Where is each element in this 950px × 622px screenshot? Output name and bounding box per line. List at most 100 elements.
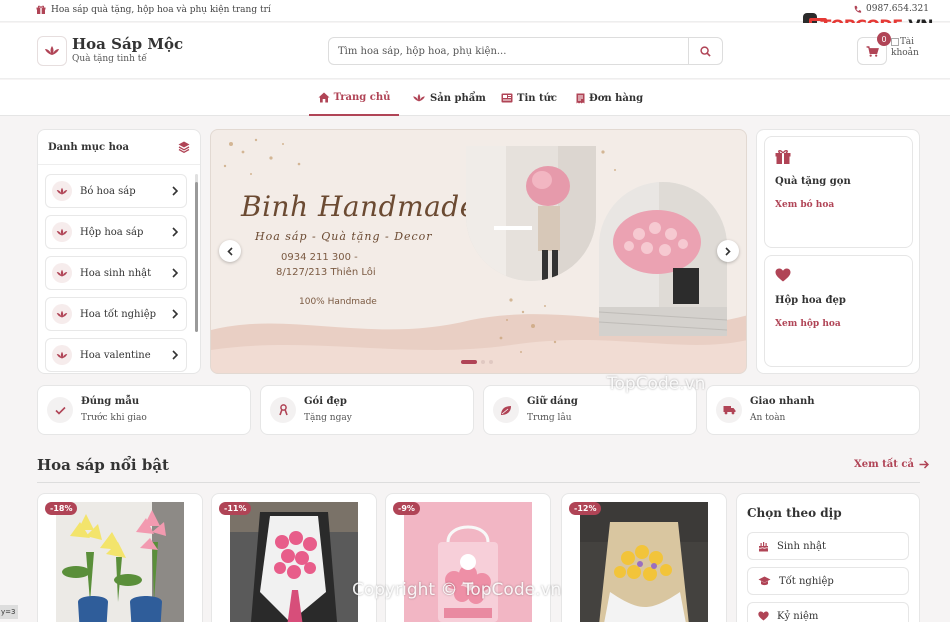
category-label: Hoa sinh nhật: [80, 267, 152, 279]
banner-phone: 0934 211 300 -: [281, 252, 358, 263]
top-message: Hoa sáp quà tặng, hộp hoa và phụ kiện tr…: [36, 5, 271, 15]
nav-label: Sản phẩm: [430, 92, 486, 104]
lotus-icon: [52, 181, 72, 201]
check-icon: [47, 397, 73, 423]
chevron-right-icon: [172, 309, 178, 319]
banner-address: 8/127/213 Thiên Lôi: [276, 267, 376, 278]
feature-title: Giữ dáng: [527, 396, 578, 407]
category-scrollbar[interactable]: [195, 174, 198, 332]
nav-label: Trang chủ: [333, 91, 391, 103]
brand-name[interactable]: Hoa Sáp Mộc: [72, 35, 183, 53]
graduation-cap-icon: [758, 576, 771, 586]
banner-dot-active[interactable]: [461, 360, 477, 364]
category-item-hop-hoa-sap[interactable]: Hộp hoa sáp: [45, 215, 187, 249]
search-icon: [700, 45, 711, 57]
banner-title: Binh Handmade: [241, 190, 477, 223]
product-card[interactable]: -9%: [385, 493, 551, 622]
product-card[interactable]: -11%: [211, 493, 377, 622]
lotus-icon: [52, 304, 72, 324]
top-message-text: Hoa sáp quà tặng, hộp hoa và phụ kiện tr…: [51, 5, 271, 15]
see-all-link[interactable]: Xem tất cả: [854, 459, 929, 470]
product-card[interactable]: -18%: [37, 493, 203, 622]
account-avatar[interactable]: Tài khoản: [891, 37, 921, 65]
lotus-icon: [45, 46, 59, 55]
chevron-right-icon: [725, 246, 731, 256]
brand-tagline: Quà tặng tinh tế: [72, 54, 147, 64]
product-image[interactable]: [580, 502, 708, 622]
occasion-title: Chọn theo dịp: [747, 506, 842, 520]
product-image[interactable]: [230, 502, 358, 622]
cake-icon: [758, 541, 769, 551]
chevron-right-icon: [172, 227, 178, 237]
product-image[interactable]: [56, 502, 184, 622]
nav-item-products[interactable]: Sản phẩm: [412, 80, 486, 116]
nav-item-home[interactable]: Trang chủ: [309, 80, 399, 116]
occasion-label: Sinh nhật: [777, 540, 826, 552]
feature-title: Giao nhanh: [750, 396, 815, 407]
nav-label: Đơn hàng: [589, 92, 644, 104]
occasion-item-anniversary[interactable]: Kỷ niệm: [747, 602, 909, 622]
promo-card-gift[interactable]: Quà tặng gọn Xem bó hoa: [764, 136, 913, 248]
layers-icon: [178, 141, 190, 153]
feature-card-gift-wrap: Gói đẹp Tặng ngay: [260, 385, 474, 435]
discount-badge: -9%: [393, 502, 420, 515]
banner-dot[interactable]: [481, 360, 485, 364]
feature-subtitle: Trước khi giao: [81, 413, 147, 423]
banner-dot[interactable]: [489, 360, 493, 364]
category-item-hoa-sinh-nhat[interactable]: Hoa sinh nhật: [45, 256, 187, 290]
occasion-label: Kỷ niệm: [777, 610, 819, 622]
promo-link[interactable]: Xem bó hoa: [775, 200, 834, 210]
occasion-item-birthday[interactable]: Sinh nhật: [747, 532, 909, 560]
lotus-icon: [52, 345, 72, 365]
occasion-label: Tốt nghiệp: [779, 575, 834, 587]
see-all-label: Xem tất cả: [854, 459, 914, 470]
category-label: Bó hoa sáp: [80, 185, 136, 197]
discount-badge: -11%: [219, 502, 252, 515]
chevron-left-icon: [227, 246, 233, 256]
lotus-icon: [52, 263, 72, 283]
cart-count-badge: 0: [877, 32, 891, 46]
product-card[interactable]: -12%: [561, 493, 727, 622]
banner-handmade-tag: 100% Handmade: [299, 297, 377, 307]
feature-subtitle: Tặng ngay: [304, 413, 352, 423]
hero-banner: Binh Handmade Hoa sáp - Quà tặng - Decor…: [210, 129, 747, 374]
chevron-right-icon: [172, 350, 178, 360]
feature-title: Đúng mẫu: [81, 396, 140, 407]
occasion-panel: Chọn theo dịp Sinh nhật Tốt nghiệp Kỷ ni…: [736, 493, 920, 622]
promo-panel: Quà tặng gọn Xem bó hoa Hộp hoa đẹp Xem …: [756, 129, 920, 374]
home-icon: [318, 92, 330, 102]
banner-photo-flower-box: [599, 182, 727, 336]
heart-icon: [775, 268, 791, 282]
feature-subtitle: Trưng lâu: [527, 413, 572, 423]
banner-next-button[interactable]: [717, 240, 739, 262]
search-input[interactable]: [330, 39, 685, 63]
category-sidebar: Danh mục hoa Bó hoa sáp Hộp hoa sáp Hoa …: [37, 129, 201, 374]
category-label: Hoa valentine: [80, 349, 151, 361]
cart-button[interactable]: 0: [857, 32, 891, 65]
category-header: Danh mục hoa: [38, 130, 200, 165]
category-item-bo-hoa-sap[interactable]: Bó hoa sáp: [45, 174, 187, 208]
featured-section-title: Hoa sáp nổi bật: [37, 456, 169, 474]
feature-title: Gói đẹp: [304, 396, 347, 407]
truck-icon: [716, 397, 742, 423]
category-item-hoa-valentine[interactable]: Hoa valentine: [45, 338, 187, 372]
gift-icon: [36, 5, 46, 15]
brand-logo[interactable]: [37, 36, 67, 66]
category-label: Hộp hoa sáp: [80, 226, 144, 238]
banner-pagination: [461, 360, 493, 364]
promo-link[interactable]: Xem hộp hoa: [775, 319, 841, 329]
occasion-item-graduation[interactable]: Tốt nghiệp: [747, 567, 909, 595]
category-item-hoa-tot-nghiep[interactable]: Hoa tốt nghiệp: [45, 297, 187, 331]
promo-card-box[interactable]: Hộp hoa đẹp Xem hộp hoa: [764, 255, 913, 367]
nav-item-news[interactable]: Tin tức: [501, 80, 557, 116]
lotus-icon: [413, 93, 425, 102]
feature-card-correct-model: Đúng mẫu Trước khi giao: [37, 385, 251, 435]
product-image[interactable]: [404, 502, 532, 622]
newspaper-icon: [501, 93, 513, 103]
banner-prev-button[interactable]: [219, 240, 241, 262]
chevron-right-icon: [172, 268, 178, 278]
search-button[interactable]: [688, 38, 722, 64]
nav-item-orders[interactable]: Đơn hàng: [576, 80, 643, 116]
promo-title: Quà tặng gọn: [775, 176, 851, 187]
nav-label: Tin tức: [517, 92, 557, 104]
